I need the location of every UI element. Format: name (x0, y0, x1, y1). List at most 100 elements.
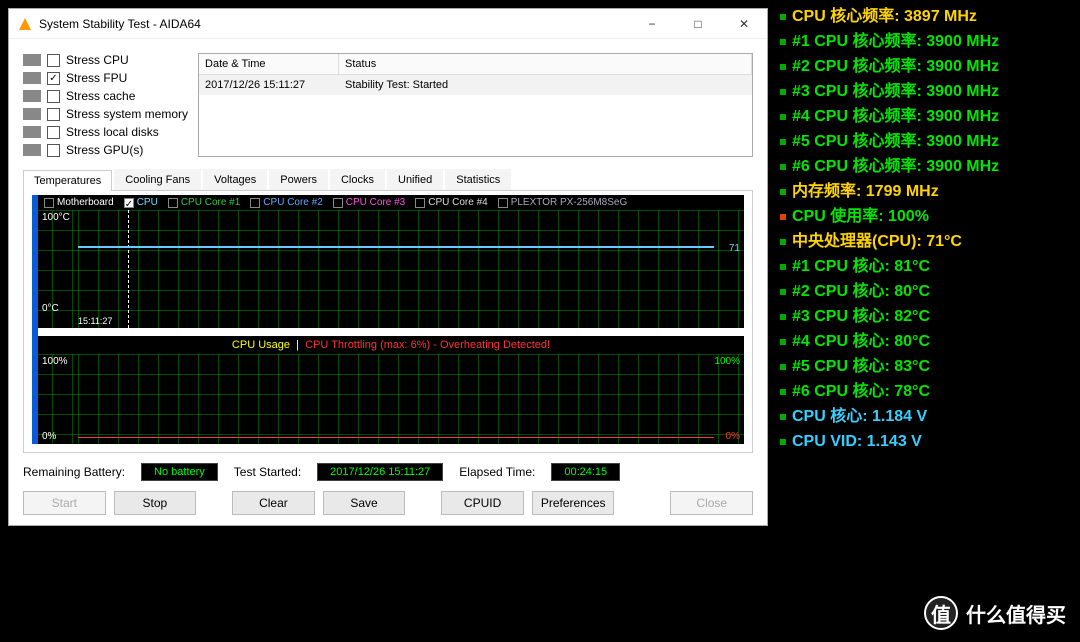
close-button[interactable]: ✕ (721, 10, 767, 38)
device-icon (23, 126, 41, 138)
checkbox-icon[interactable]: ✓ (47, 72, 60, 85)
stress-label: Stress CPU (66, 53, 129, 67)
stress-option-2[interactable]: Stress cache (23, 89, 188, 103)
stress-option-4[interactable]: Stress local disks (23, 125, 188, 139)
osd-text: #6 CPU 核心频率: 3900 MHz (792, 154, 999, 179)
usage-header: CPU Usage | CPU Throttling (max: 6%) - O… (38, 336, 744, 354)
tab-unified[interactable]: Unified (387, 169, 443, 190)
clear-button[interactable]: Clear (232, 491, 315, 515)
indicator-icon (780, 239, 786, 245)
indicator-icon (780, 264, 786, 270)
osd-row: #5 CPU 核心频率: 3900 MHz (778, 129, 1074, 154)
checkbox-icon[interactable] (47, 90, 60, 103)
checkbox-icon[interactable] (47, 108, 60, 121)
stress-option-5[interactable]: Stress GPU(s) (23, 143, 188, 157)
titlebar[interactable]: System Stability Test - AIDA64 − □ ✕ (9, 9, 767, 39)
tab-voltages[interactable]: Voltages (203, 169, 267, 190)
temp-legend: Motherboard ✓CPU CPU Core #1 CPU Core #2 CPU… (38, 195, 744, 210)
device-icon (23, 108, 41, 120)
aida64-window: System Stability Test - AIDA64 − □ ✕ Str… (8, 8, 768, 526)
minimize-button[interactable]: − (629, 10, 675, 38)
osd-text: #1 CPU 核心: 81°C (792, 254, 930, 279)
series-toggle[interactable]: Motherboard (44, 197, 114, 208)
indicator-icon (780, 39, 786, 45)
elapsed-label: Elapsed Time: (459, 465, 535, 479)
indicator-icon (780, 164, 786, 170)
osd-row: #3 CPU 核心频率: 3900 MHz (778, 79, 1074, 104)
checkbox-icon[interactable] (168, 198, 178, 208)
checkbox-icon[interactable] (333, 198, 343, 208)
stress-option-3[interactable]: Stress system memory (23, 107, 188, 121)
series-toggle[interactable]: ✓CPU (124, 197, 158, 208)
checkbox-icon[interactable] (47, 126, 60, 139)
osd-row: #6 CPU 核心: 78°C (778, 379, 1074, 404)
checkbox-icon[interactable] (415, 198, 425, 208)
cpuid-button[interactable]: CPUID (441, 491, 524, 515)
osd-row: CPU 使用率: 100% (778, 204, 1074, 229)
series-toggle[interactable]: CPU Core #4 (415, 197, 487, 208)
stress-label: Stress local disks (66, 125, 159, 139)
preferences-button[interactable]: Preferences (532, 491, 615, 515)
button-row: Start Stop Clear Save CPUID Preferences … (23, 491, 753, 515)
osd-text: #3 CPU 核心: 82°C (792, 304, 930, 329)
osd-text: #3 CPU 核心频率: 3900 MHz (792, 79, 999, 104)
series-label: Motherboard (57, 197, 114, 208)
log-header-date[interactable]: Date & Time (199, 54, 339, 74)
series-toggle[interactable]: CPU Core #3 (333, 197, 405, 208)
osd-row: CPU 核心频率: 3897 MHz (778, 4, 1074, 29)
log-date: 2017/12/26 15:11:27 (199, 75, 339, 95)
stress-option-0[interactable]: Stress CPU (23, 53, 188, 67)
osd-text: #6 CPU 核心: 78°C (792, 379, 930, 404)
series-toggle[interactable]: CPU Core #2 (250, 197, 322, 208)
start-marker (128, 210, 129, 328)
tab-powers[interactable]: Powers (269, 169, 328, 190)
checkbox-icon[interactable] (47, 144, 60, 157)
osd-row: #4 CPU 核心频率: 3900 MHz (778, 104, 1074, 129)
usage-graph: 100% 0% 100% 0% (38, 354, 744, 444)
osd-text: #2 CPU 核心: 80°C (792, 279, 930, 304)
save-button[interactable]: Save (323, 491, 406, 515)
log-status: Stability Test: Started (339, 75, 752, 95)
watermark: 值 什么值得买 (924, 596, 1066, 630)
indicator-icon (780, 289, 786, 295)
tab-temperatures[interactable]: Temperatures (23, 170, 112, 191)
series-toggle[interactable]: CPU Core #1 (168, 197, 240, 208)
osd-text: #5 CPU 核心频率: 3900 MHz (792, 129, 999, 154)
osd-overlay: CPU 核心频率: 3897 MHz#1 CPU 核心频率: 3900 MHz#… (778, 4, 1074, 454)
series-toggle[interactable]: PLEXTOR PX-256M8SeG (498, 197, 628, 208)
tab-statistics[interactable]: Statistics (445, 169, 511, 190)
osd-row: CPU 核心: 1.184 V (778, 404, 1074, 429)
indicator-icon (780, 414, 786, 420)
series-label: CPU Core #2 (263, 197, 322, 208)
osd-row: 中央处理器(CPU): 71°C (778, 229, 1074, 254)
stress-label: Stress cache (66, 89, 135, 103)
close-button-bottom: Close (670, 491, 753, 515)
temperature-pane: Motherboard ✓CPU CPU Core #1 CPU Core #2 CPU… (23, 191, 753, 453)
checkbox-icon[interactable] (47, 54, 60, 67)
osd-row: #3 CPU 核心: 82°C (778, 304, 1074, 329)
osd-text: #4 CPU 核心: 80°C (792, 329, 930, 354)
watermark-text: 什么值得买 (966, 599, 1066, 628)
maximize-button[interactable]: □ (675, 10, 721, 38)
checkbox-icon[interactable] (250, 198, 260, 208)
osd-text: CPU 使用率: 100% (792, 204, 929, 229)
stop-button[interactable]: Stop (114, 491, 197, 515)
throttle-line (78, 437, 714, 438)
indicator-icon (780, 439, 786, 445)
indicator-icon (780, 339, 786, 345)
start-button: Start (23, 491, 106, 515)
graph-time: 15:11:27 (78, 316, 112, 326)
checkbox-icon[interactable] (44, 198, 54, 208)
urbot: 0% (726, 431, 740, 442)
tab-cooling-fans[interactable]: Cooling Fans (114, 169, 201, 190)
status-row: Remaining Battery: No battery Test Start… (23, 463, 753, 481)
stress-option-1[interactable]: ✓ Stress FPU (23, 71, 188, 85)
checkbox-icon[interactable] (498, 198, 508, 208)
tab-clocks[interactable]: Clocks (330, 169, 385, 190)
utop: 100% (42, 356, 68, 367)
series-label: CPU Core #4 (428, 197, 487, 208)
battery-value: No battery (141, 463, 218, 481)
log-header-status[interactable]: Status (339, 54, 752, 74)
ybot: 0°C (42, 303, 59, 314)
checkbox-icon[interactable]: ✓ (124, 198, 134, 208)
